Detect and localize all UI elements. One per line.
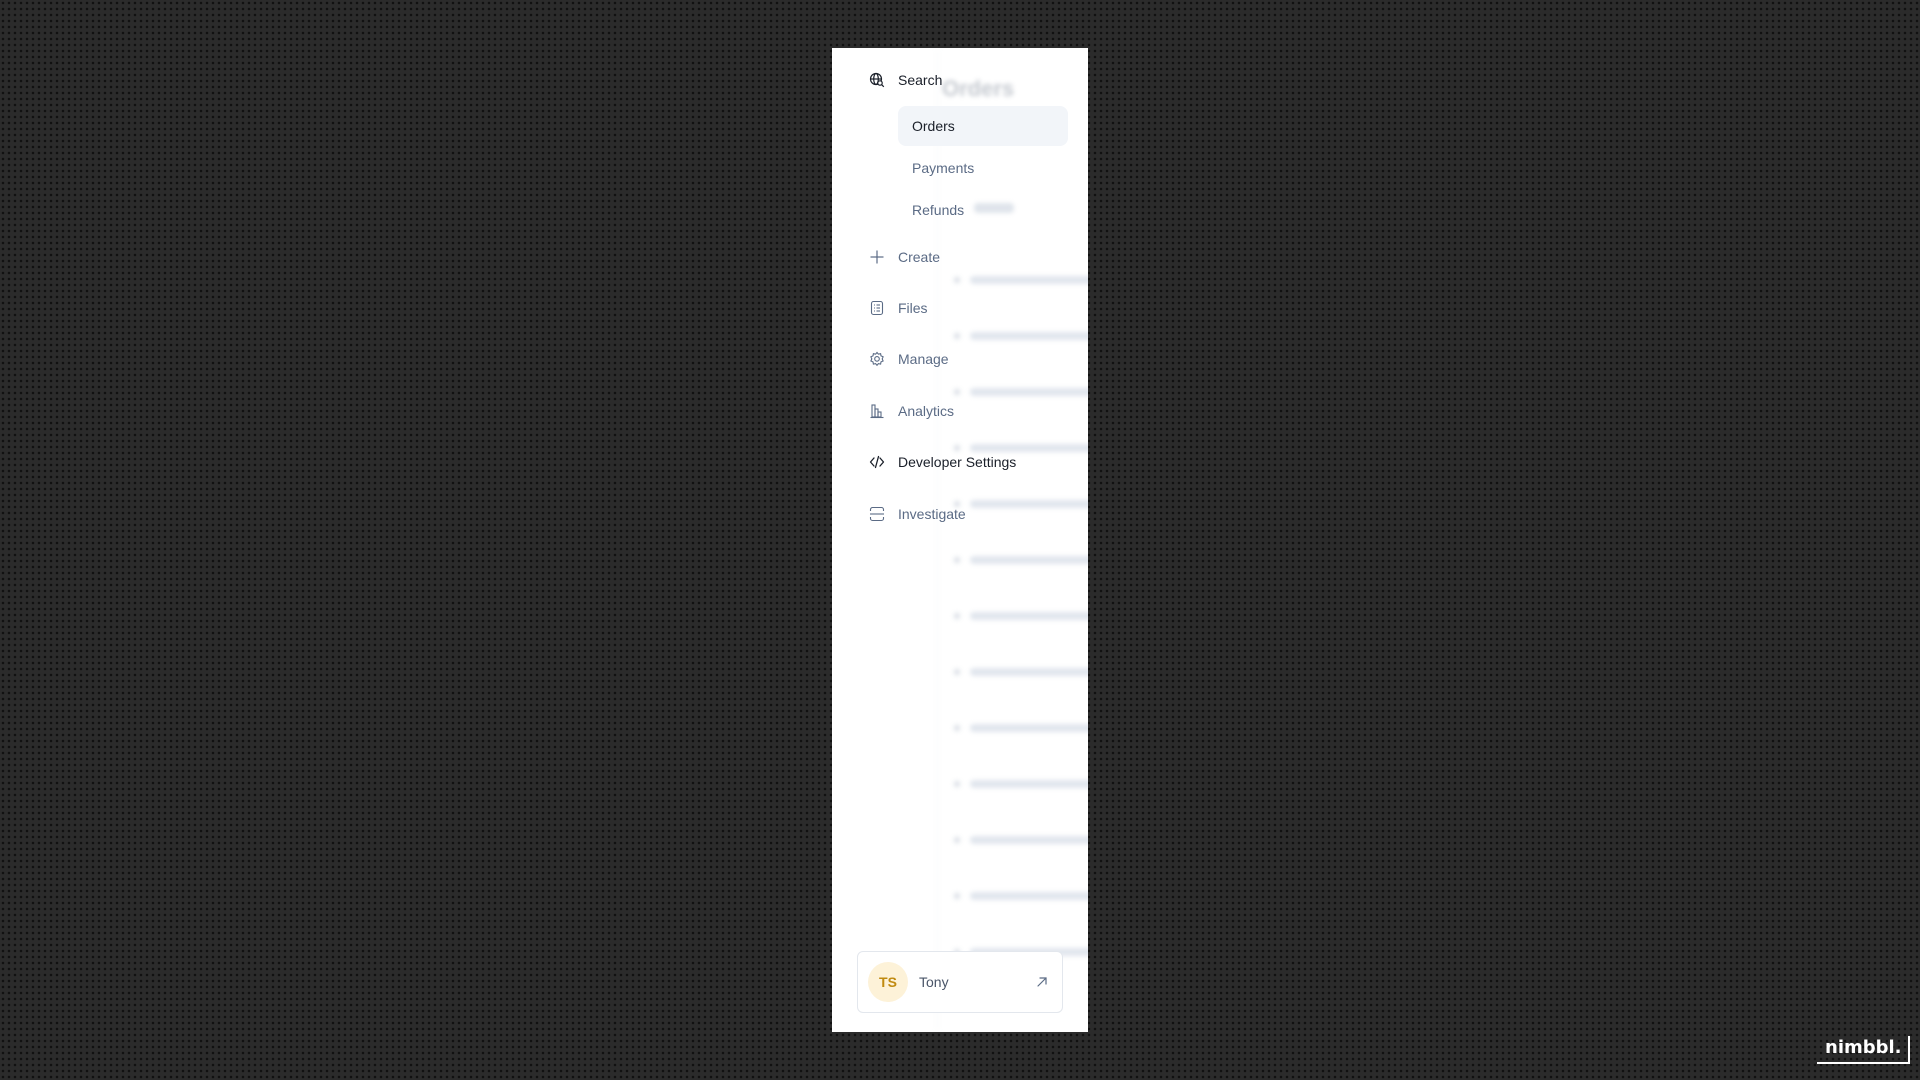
- sidebar-item-label: Search: [898, 72, 943, 88]
- sidebar-item-label: Investigate: [898, 506, 966, 522]
- sidebar-subitem-refunds[interactable]: Refunds: [898, 190, 1068, 230]
- user-name: Tony: [919, 974, 949, 990]
- sidebar-subitem-label: Payments: [912, 160, 975, 176]
- sidebar-item-manage[interactable]: Manage: [868, 347, 949, 371]
- arrow-up-right-icon[interactable]: [1034, 974, 1050, 990]
- sidebar-subitem-orders[interactable]: Orders: [898, 106, 1068, 146]
- sidebar-item-create[interactable]: Create: [868, 245, 940, 269]
- brand-logo-bar: [1907, 1036, 1910, 1064]
- sidebar-subitem-payments[interactable]: Payments: [898, 148, 1068, 188]
- sidebar-item-files[interactable]: Files: [868, 296, 928, 320]
- sidebar-item-investigate[interactable]: Investigate: [868, 502, 966, 526]
- scan-icon: [868, 505, 886, 523]
- sidebar-item-label: Developer Settings: [898, 454, 1017, 470]
- sidebar-item-label: Create: [898, 249, 941, 265]
- avatar: TS: [868, 962, 908, 1002]
- sidebar-item-search[interactable]: Search: [868, 68, 942, 92]
- brand-logo: nimbbl.: [1817, 1034, 1910, 1064]
- plus-icon: [868, 248, 886, 266]
- sidebar-item-developer-settings[interactable]: Developer Settings: [868, 450, 1016, 474]
- sidebar-item-label: Analytics: [898, 403, 955, 419]
- brand-logo-text: nimbbl.: [1817, 1038, 1908, 1064]
- bar-chart-icon: [868, 402, 886, 420]
- sidebar-subitem-label: Orders: [912, 118, 955, 134]
- avatar-initials: TS: [879, 974, 897, 990]
- gear-icon: [868, 350, 886, 368]
- sidebar-nav: Search Orders Payments Refunds Create Fi…: [832, 48, 1088, 1032]
- sidebar-item-label: Files: [898, 300, 928, 316]
- sidebar-subitem-label: Refunds: [912, 202, 965, 218]
- user-profile-card[interactable]: TS Tony: [857, 951, 1063, 1013]
- search-globe-icon: [868, 71, 886, 89]
- code-icon: [868, 453, 886, 471]
- sidebar-panel: Orders Search Orders Payments Refunds Cr…: [832, 48, 1088, 1032]
- file-icon: [868, 299, 886, 317]
- sidebar-item-label: Manage: [898, 351, 949, 367]
- sidebar-item-analytics[interactable]: Analytics: [868, 399, 954, 423]
